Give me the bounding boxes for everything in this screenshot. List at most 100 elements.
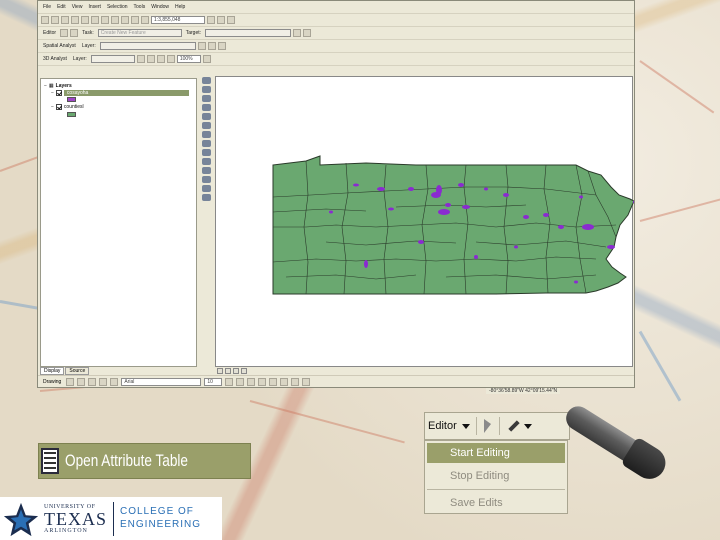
- cut-icon[interactable]: [81, 16, 89, 24]
- editor-menu-label: Editor: [428, 420, 457, 432]
- pause-button[interactable]: [241, 368, 247, 374]
- menu-insert[interactable]: Insert: [86, 4, 103, 10]
- undo-icon[interactable]: [121, 16, 129, 24]
- collapse-icon[interactable]: −: [51, 104, 54, 110]
- sketch-tool-icon[interactable]: [506, 419, 520, 433]
- menu-help[interactable]: Help: [173, 4, 187, 10]
- help-icon[interactable]: [227, 16, 235, 24]
- pan-icon[interactable]: [201, 113, 211, 120]
- print-icon[interactable]: [71, 16, 79, 24]
- map-tips-icon[interactable]: [217, 42, 226, 50]
- toc-layer-countiesl[interactable]: − countiesl: [51, 104, 84, 110]
- map-view[interactable]: [215, 76, 639, 367]
- find-icon[interactable]: [201, 176, 211, 183]
- layer-visibility-checkbox[interactable]: [55, 90, 62, 96]
- contour-icon[interactable]: [207, 42, 216, 50]
- rotate-icon[interactable]: [77, 378, 86, 386]
- open-attribute-table-callout[interactable]: Open Attribute Table: [38, 443, 251, 479]
- shadow-icon[interactable]: [302, 378, 311, 386]
- menu-edit[interactable]: Edit: [55, 4, 68, 10]
- edit-tool-icon[interactable]: [483, 419, 493, 433]
- sketch-tool-icon[interactable]: [70, 29, 79, 37]
- sketch-properties-icon[interactable]: [303, 29, 312, 37]
- edit-tool-icon[interactable]: [60, 29, 69, 37]
- copy-icon[interactable]: [91, 16, 99, 24]
- callout-icon[interactable]: [110, 378, 119, 386]
- text-icon[interactable]: [99, 378, 108, 386]
- menu-tools[interactable]: Tools: [132, 4, 148, 10]
- layer-label: Layer:: [72, 56, 87, 62]
- menu-item-save-edits[interactable]: Save Edits: [425, 492, 567, 514]
- identify-icon[interactable]: [201, 167, 211, 174]
- tab-display[interactable]: Display: [40, 367, 65, 375]
- back-extent-icon[interactable]: [201, 131, 211, 138]
- select-elements-icon[interactable]: [66, 378, 75, 386]
- histogram-icon[interactable]: [197, 42, 206, 50]
- editor-toolbar-icon[interactable]: [207, 16, 215, 24]
- layout-view-button[interactable]: [225, 368, 231, 374]
- arctoolbox-icon[interactable]: [217, 16, 225, 24]
- toc-layer-cosayoha[interactable]: − cosayoha: [51, 90, 189, 96]
- tab-source[interactable]: Source: [65, 367, 90, 375]
- menu-selection[interactable]: Selection: [105, 4, 130, 10]
- select-elements-icon[interactable]: [201, 158, 211, 165]
- zoom-in-icon[interactable]: [201, 77, 211, 84]
- open-icon[interactable]: [51, 16, 59, 24]
- toc-layer-label[interactable]: cosayoha: [63, 90, 189, 96]
- forward-extent-icon[interactable]: [201, 140, 211, 147]
- spatial-analyst-menu[interactable]: Spatial Analyst: [41, 43, 78, 49]
- hyperlink-icon[interactable]: [201, 194, 211, 201]
- fill-color-icon[interactable]: [269, 378, 278, 386]
- font-size-combo[interactable]: 10: [204, 378, 223, 386]
- fixed-zoom-out-icon[interactable]: [201, 104, 211, 111]
- save-icon[interactable]: [61, 16, 69, 24]
- line-color-icon[interactable]: [280, 378, 289, 386]
- zoom-combo[interactable]: 100%: [176, 55, 201, 63]
- marker-color-icon[interactable]: [291, 378, 300, 386]
- data-view-button[interactable]: [217, 368, 223, 374]
- 3d-analyst-menu[interactable]: 3D Analyst: [41, 56, 69, 62]
- paste-icon[interactable]: [101, 16, 109, 24]
- menu-item-stop-editing[interactable]: Stop Editing: [425, 465, 567, 487]
- font-combo[interactable]: Arial: [121, 378, 202, 386]
- scale-combo[interactable]: 1:3,855,048: [151, 16, 205, 24]
- toc-layer-label[interactable]: countiesl: [64, 104, 84, 110]
- zoom-out-icon[interactable]: [201, 86, 211, 93]
- contour-tool-icon[interactable]: [136, 55, 145, 63]
- menu-window[interactable]: Window: [149, 4, 171, 10]
- menu-file[interactable]: File: [41, 4, 53, 10]
- print-preview-icon[interactable]: [202, 55, 211, 63]
- layer-visibility-checkbox[interactable]: [55, 104, 62, 110]
- chevron-down-icon[interactable]: [523, 423, 532, 429]
- task-combo[interactable]: Create New Feature: [97, 29, 182, 37]
- rectangle-icon[interactable]: [88, 378, 97, 386]
- new-icon[interactable]: [41, 16, 49, 24]
- full-extent-icon[interactable]: [201, 122, 211, 129]
- toc-root[interactable]: − ▦ Layers: [44, 83, 72, 89]
- bold-icon[interactable]: [225, 378, 234, 386]
- collapse-icon[interactable]: −: [44, 83, 47, 89]
- underline-icon[interactable]: [247, 378, 256, 386]
- spatial-layer-combo[interactable]: [99, 42, 196, 50]
- fixed-zoom-in-icon[interactable]: [201, 95, 211, 102]
- refresh-button[interactable]: [233, 368, 239, 374]
- add-data-icon[interactable]: [141, 16, 149, 24]
- steepest-path-icon[interactable]: [146, 55, 155, 63]
- font-color-icon[interactable]: [258, 378, 267, 386]
- target-combo[interactable]: [205, 29, 292, 37]
- collapse-icon[interactable]: −: [51, 90, 54, 96]
- attributes-icon[interactable]: [293, 29, 302, 37]
- editor-menu-button[interactable]: Editor: [425, 420, 470, 432]
- select-features-icon[interactable]: [201, 149, 211, 156]
- delete-icon[interactable]: [111, 16, 119, 24]
- italic-icon[interactable]: [236, 378, 245, 386]
- editor-menu-button[interactable]: Editor: [41, 30, 58, 36]
- measure-icon[interactable]: [201, 185, 211, 192]
- redo-icon[interactable]: [131, 16, 139, 24]
- menu-item-start-editing[interactable]: Start Editing: [427, 443, 565, 463]
- line-of-sight-icon[interactable]: [156, 55, 165, 63]
- drawing-menu[interactable]: Drawing: [41, 379, 63, 385]
- profile-graph-icon[interactable]: [166, 55, 175, 63]
- menu-view[interactable]: View: [70, 4, 85, 10]
- 3d-layer-combo[interactable]: [90, 55, 135, 63]
